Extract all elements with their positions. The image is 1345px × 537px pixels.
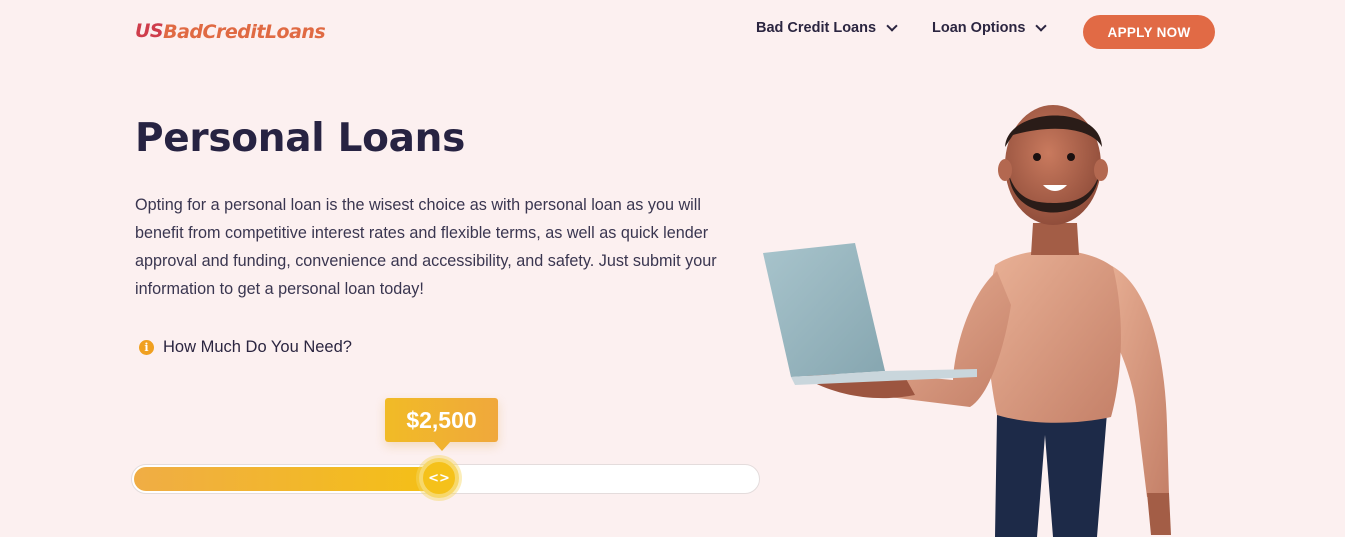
amount-question: i How Much Do You Need? bbox=[139, 338, 352, 357]
logo-brand-text: BadCreditLoans bbox=[163, 20, 326, 43]
info-circle-icon: i bbox=[139, 340, 154, 355]
nav-label: Loan Options bbox=[932, 20, 1026, 36]
nav-label: Bad Credit Loans bbox=[756, 20, 877, 36]
man-with-laptop-illustration bbox=[763, 105, 1171, 537]
chevron-down-icon bbox=[1035, 20, 1048, 32]
amount-question-label: How Much Do You Need? bbox=[163, 338, 352, 356]
site-header: US BadCreditLoans Bad Credit Loans Loan O… bbox=[0, 0, 1345, 64]
apply-now-button[interactable]: APPLY NOW bbox=[1083, 15, 1215, 49]
logo-us-text: US bbox=[135, 20, 164, 42]
site-logo[interactable]: US BadCreditLoans bbox=[135, 20, 326, 43]
amount-value-tooltip: $2,500 bbox=[385, 398, 498, 451]
chevron-down-icon bbox=[886, 20, 898, 32]
intro-paragraph: Opting for a personal loan is the wisest… bbox=[135, 196, 717, 298]
nav-bad-credit-loans[interactable]: Bad Credit Loans bbox=[756, 20, 898, 36]
amount-slider-handle[interactable]: <> bbox=[419, 458, 459, 498]
page-title: Personal Loans bbox=[135, 116, 466, 161]
nav-loan-options[interactable]: Loan Options bbox=[932, 20, 1048, 36]
code-arrows-icon: <> bbox=[428, 470, 450, 486]
amount-slider-fill bbox=[134, 467, 442, 491]
